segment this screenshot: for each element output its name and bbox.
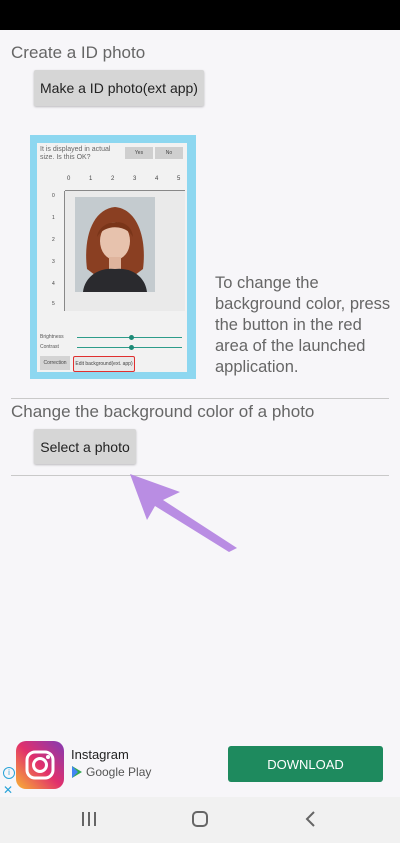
instagram-app-icon bbox=[16, 741, 64, 789]
preview-screen: It is displayed in actual size. Is this … bbox=[37, 143, 187, 372]
home-icon[interactable] bbox=[191, 810, 209, 828]
contrast-knob bbox=[129, 345, 134, 350]
navigation-bar bbox=[0, 797, 400, 843]
ruler-top-label: 2 bbox=[111, 176, 115, 182]
preview-ruler-left: 0 1 2 3 4 5 bbox=[50, 191, 65, 311]
contrast-label: Contrast bbox=[40, 344, 59, 350]
recent-apps-icon[interactable] bbox=[80, 811, 98, 827]
ruler-left-label: 4 bbox=[52, 281, 55, 287]
brightness-knob bbox=[129, 335, 134, 340]
ruler-left-label: 0 bbox=[52, 193, 55, 199]
ad-info-icon[interactable]: i bbox=[3, 767, 15, 779]
brightness-label: Brightness bbox=[40, 334, 64, 340]
ad-close-icon[interactable]: ✕ bbox=[3, 783, 13, 797]
instruction-text: To change the background color, press th… bbox=[215, 274, 391, 376]
ad-banner[interactable]: i ✕ Instagram Google Play DOWNLOAD bbox=[0, 735, 400, 797]
ruler-top-label: 0 bbox=[67, 176, 71, 182]
make-id-photo-button[interactable]: Make a ID photo(ext app) bbox=[34, 70, 204, 106]
preview-photo-area bbox=[65, 191, 185, 311]
ruler-left-label: 3 bbox=[52, 259, 55, 265]
ruler-left-label: 1 bbox=[52, 215, 55, 221]
divider bbox=[11, 398, 389, 399]
ad-app-name: Instagram bbox=[71, 747, 129, 762]
edit-background-button: Edit background(ext. app) bbox=[73, 356, 135, 372]
ruler-top-label: 1 bbox=[89, 176, 93, 182]
status-bar bbox=[0, 0, 400, 30]
ruler-top-label: 4 bbox=[155, 176, 159, 182]
preview-ruler-top: 0 1 2 3 4 5 bbox=[65, 176, 185, 191]
instagram-glyph-icon bbox=[25, 750, 55, 780]
ruler-top-label: 3 bbox=[133, 176, 137, 182]
ruler-top-label: 5 bbox=[177, 176, 181, 182]
annotation-arrow bbox=[130, 474, 237, 552]
ad-store-label: Google Play bbox=[86, 765, 152, 779]
back-icon[interactable] bbox=[304, 810, 318, 828]
preview-prompt: It is displayed in actual size. Is this … bbox=[40, 146, 111, 161]
preview-yes-button: Yes bbox=[125, 147, 153, 159]
google-play-icon bbox=[72, 766, 82, 778]
download-button[interactable]: DOWNLOAD bbox=[228, 746, 383, 782]
preview-no-button: No bbox=[155, 147, 183, 159]
preview-image: It is displayed in actual size. Is this … bbox=[30, 135, 196, 379]
id-section-title: Create a ID photo bbox=[11, 43, 146, 62]
correction-button: Correction bbox=[40, 356, 70, 370]
select-photo-button[interactable]: Select a photo bbox=[34, 429, 136, 464]
ruler-left-label: 2 bbox=[52, 237, 55, 243]
bg-section-title: Change the background color of a photo bbox=[11, 402, 315, 421]
portrait-photo bbox=[75, 197, 155, 292]
ruler-left-label: 5 bbox=[52, 301, 55, 307]
